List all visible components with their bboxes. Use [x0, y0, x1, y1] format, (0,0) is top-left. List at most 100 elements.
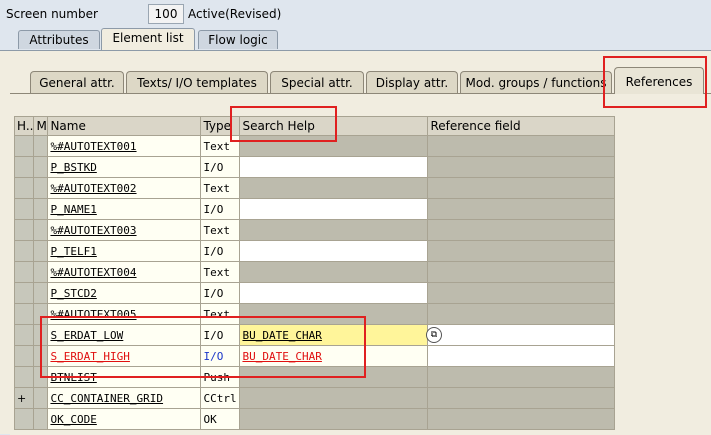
search-help-field — [239, 366, 429, 388]
row-modifier — [33, 324, 49, 346]
screen-number-label: Screen number — [6, 7, 98, 21]
search-help-field[interactable] — [239, 198, 429, 220]
search-help-field[interactable] — [239, 156, 429, 178]
element-name[interactable]: P_STCD2 — [47, 282, 202, 304]
table-row[interactable]: P_TELF1 I/O — [13, 240, 616, 262]
table-row[interactable]: %#AUTOTEXT003 Text — [13, 219, 616, 241]
value-help-icon[interactable]: ⧉ — [426, 327, 442, 343]
element-name[interactable]: %#AUTOTEXT005 — [47, 303, 202, 325]
search-help-field[interactable] — [239, 282, 429, 304]
search-help-field[interactable]: BU_DATE_CHAR — [239, 324, 429, 346]
tab-references[interactable]: References — [614, 67, 704, 94]
row-selector[interactable] — [13, 324, 35, 346]
element-list-table: H.. M Name Type Search Help Reference fi… — [13, 116, 616, 430]
row-selector[interactable] — [13, 408, 35, 430]
table-row[interactable]: + CC_CONTAINER_GRID CCtrl — [13, 387, 616, 409]
element-name[interactable]: %#AUTOTEXT002 — [47, 177, 202, 199]
reference-field — [427, 387, 616, 409]
row-modifier — [33, 261, 49, 283]
table-row[interactable]: %#AUTOTEXT001 Text — [13, 135, 616, 157]
tab-mod-groups-functions[interactable]: Mod. groups / functions — [460, 71, 612, 94]
element-type: I/O — [200, 240, 241, 262]
table-row[interactable]: %#AUTOTEXT005 Text — [13, 303, 616, 325]
element-type: Text — [200, 219, 241, 241]
table-row[interactable]: S_ERDAT_LOW I/O BU_DATE_CHAR — [13, 324, 616, 346]
reference-field[interactable] — [427, 324, 616, 346]
table-row[interactable]: %#AUTOTEXT002 Text — [13, 177, 616, 199]
row-selector[interactable] — [13, 198, 35, 220]
reference-field[interactable] — [427, 345, 616, 367]
row-selector[interactable] — [13, 177, 35, 199]
table-row[interactable]: %#AUTOTEXT004 Text — [13, 261, 616, 283]
row-modifier — [33, 387, 49, 409]
column-header-reference-field[interactable]: Reference field — [427, 116, 616, 136]
element-name[interactable]: %#AUTOTEXT001 — [47, 135, 202, 157]
tab-display-attr[interactable]: Display attr. — [366, 71, 458, 94]
row-modifier — [33, 345, 49, 367]
table-row[interactable]: P_STCD2 I/O — [13, 282, 616, 304]
column-header-h[interactable]: H.. — [13, 116, 35, 136]
element-name[interactable]: %#AUTOTEXT004 — [47, 261, 202, 283]
tab-texts-io-templates[interactable]: Texts/ I/O templates — [126, 71, 268, 94]
reference-field — [427, 303, 616, 325]
element-type: Push — [200, 366, 241, 388]
row-selector[interactable] — [13, 261, 35, 283]
table-row[interactable]: P_BSTKD I/O — [13, 156, 616, 178]
table-row[interactable]: OK_CODE OK — [13, 408, 616, 430]
column-header-m[interactable]: M — [33, 116, 49, 136]
search-help-field[interactable] — [239, 240, 429, 262]
row-selector[interactable] — [13, 303, 35, 325]
search-help-field — [239, 261, 429, 283]
table-header-row: H.. M Name Type Search Help Reference fi… — [13, 116, 616, 136]
tab-attributes[interactable]: Attributes — [18, 30, 100, 49]
element-name[interactable]: CC_CONTAINER_GRID — [47, 387, 202, 409]
reference-field — [427, 135, 616, 157]
tab-flow-logic[interactable]: Flow logic — [198, 30, 278, 49]
row-modifier — [33, 408, 49, 430]
element-name[interactable]: S_ERDAT_HIGH — [47, 345, 202, 367]
search-help-field — [239, 303, 429, 325]
column-header-search-help[interactable]: Search Help — [239, 116, 429, 136]
tab-element-list[interactable]: Element list — [101, 28, 195, 50]
element-name[interactable]: S_ERDAT_LOW — [47, 324, 202, 346]
row-selector[interactable] — [13, 135, 35, 157]
element-name[interactable]: P_TELF1 — [47, 240, 202, 262]
column-header-name[interactable]: Name — [47, 116, 202, 136]
table-row[interactable]: BTNLIST Push — [13, 366, 616, 388]
screen-status: Active(Revised) — [188, 7, 282, 21]
search-help-field — [239, 177, 429, 199]
row-selector[interactable]: + — [13, 387, 35, 409]
element-type: I/O — [200, 282, 241, 304]
screen-number-field[interactable]: 100 — [148, 4, 184, 24]
table-row[interactable]: S_ERDAT_HIGH I/O BU_DATE_CHAR — [13, 345, 616, 367]
row-modifier — [33, 240, 49, 262]
element-type: I/O — [200, 198, 241, 220]
tab-special-attr[interactable]: Special attr. — [270, 71, 364, 94]
element-name[interactable]: %#AUTOTEXT003 — [47, 219, 202, 241]
element-name[interactable]: OK_CODE — [47, 408, 202, 430]
row-selector[interactable] — [13, 345, 35, 367]
reference-field — [427, 261, 616, 283]
row-selector[interactable] — [13, 219, 35, 241]
reference-field — [427, 282, 616, 304]
column-header-type[interactable]: Type — [200, 116, 241, 136]
row-selector[interactable] — [13, 282, 35, 304]
element-type: I/O — [200, 156, 241, 178]
table-row[interactable]: P_NAME1 I/O — [13, 198, 616, 220]
element-type: Text — [200, 177, 241, 199]
row-selector[interactable] — [13, 240, 35, 262]
row-selector[interactable] — [13, 156, 35, 178]
row-modifier — [33, 303, 49, 325]
search-help-field[interactable]: BU_DATE_CHAR — [239, 345, 429, 367]
outer-tab-strip: Attributes Element list Flow logic — [0, 28, 711, 50]
element-type: OK — [200, 408, 241, 430]
element-type: Text — [200, 261, 241, 283]
element-name[interactable]: P_NAME1 — [47, 198, 202, 220]
element-name[interactable]: BTNLIST — [47, 366, 202, 388]
tab-general-attr[interactable]: General attr. — [30, 71, 124, 94]
reference-field — [427, 366, 616, 388]
element-name[interactable]: P_BSTKD — [47, 156, 202, 178]
row-modifier — [33, 219, 49, 241]
reference-field — [427, 240, 616, 262]
row-selector[interactable] — [13, 366, 35, 388]
